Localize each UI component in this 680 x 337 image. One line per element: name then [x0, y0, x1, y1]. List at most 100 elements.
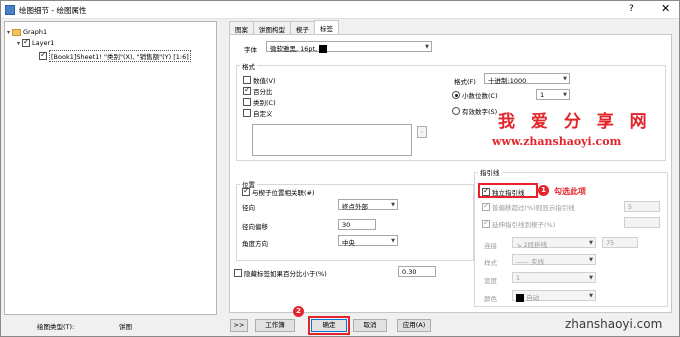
- checkbox-icon[interactable]: [234, 269, 242, 277]
- check-percent[interactable]: 百分比: [243, 85, 273, 96]
- style-value: 实线: [531, 258, 545, 266]
- tree-node-layer[interactable]: ▾ Layer1: [17, 37, 55, 47]
- tree-layer-label: Layer1: [32, 39, 55, 47]
- cancel-button[interactable]: 取消: [353, 319, 387, 332]
- check-link-wedge-label: 与楔子位置相关联(#): [252, 189, 315, 197]
- custom-format-textarea[interactable]: [252, 124, 412, 156]
- check-category[interactable]: 类别(C): [243, 97, 276, 107]
- check-custom[interactable]: 自定义: [243, 108, 273, 118]
- title-bar: 绘图细节 - 绘图属性 ? ✕: [1, 1, 679, 19]
- dropdown-arrow-icon: ▼: [563, 92, 567, 98]
- check-percent-label: 百分比: [253, 88, 273, 96]
- workbook-button[interactable]: 工作簿: [255, 319, 295, 332]
- check-value-label: 数值(V): [253, 77, 276, 85]
- format-select[interactable]: 十进制:1000 ▼: [484, 73, 570, 85]
- connect-icon: ↘: [516, 241, 524, 249]
- dropdown-arrow-icon: ▼: [589, 293, 593, 299]
- show-if-label: 普偏移超过(%)则显示指引线: [492, 204, 575, 212]
- radio-decimal-label: 小数位数(C): [462, 92, 498, 100]
- style-label: 样式: [484, 259, 497, 267]
- watermark-url: www.zhanshaoyi.com: [492, 135, 622, 148]
- extend-input[interactable]: [624, 217, 660, 228]
- expand-arrow-icon[interactable]: ▾: [17, 40, 20, 47]
- show-if-input[interactable]: 5: [624, 201, 660, 212]
- angle-select[interactable]: 中央 ▼: [338, 235, 398, 247]
- tab-pie-geometry[interactable]: 饼图构型: [253, 21, 291, 34]
- format-group-title: 格式: [240, 61, 257, 71]
- connect-label: 连接: [484, 242, 497, 250]
- format-label: 格式(F): [454, 78, 476, 86]
- font-label: 字体: [244, 46, 257, 54]
- radio-sigfig-label: 有效数字(S): [462, 108, 498, 116]
- connect-percent-input[interactable]: 75: [602, 237, 638, 248]
- watermark-footer: zhanshaoyi.com: [565, 317, 663, 331]
- close-button[interactable]: ✕: [661, 2, 670, 15]
- check-show-if[interactable]: 普偏移超过(%)则显示指引线: [482, 201, 575, 212]
- tree-node-graph[interactable]: ▾ Graph1: [7, 28, 47, 36]
- labels-panel: 字体 微软雅黑, 16pt, ▼ 格式 数值(V) 百分比 类别(C) 自定义 …: [229, 34, 672, 313]
- color-value: 自动: [526, 294, 540, 302]
- tree-node-plot[interactable]: [Book1]Sheet1! "类别"(X), "销售额"(Y) [1:6]: [39, 50, 191, 62]
- font-select[interactable]: 微软雅黑, 16pt, ▼: [266, 41, 432, 53]
- checkbox-icon[interactable]: [482, 201, 490, 211]
- arrow-right-button[interactable]: ›: [417, 126, 427, 138]
- folder-icon: [12, 28, 22, 36]
- check-extend[interactable]: 延伸指引线到楔子(%): [482, 218, 556, 229]
- check-link-wedge[interactable]: 与楔子位置相关联(#): [242, 186, 315, 197]
- offset-label: 径向偏移: [242, 223, 268, 231]
- radial-value: 终点外部: [342, 203, 368, 211]
- watermark-cn: 我 爱 分 享 网: [498, 112, 652, 132]
- dropdown-arrow-icon: ▼: [589, 240, 593, 246]
- dialog-window: 绘图细节 - 绘图属性 ? ✕ ▾ Graph1 ▾ Layer1 [Book1…: [0, 0, 680, 337]
- decimal-value: 1: [540, 91, 545, 99]
- dropdown-arrow-icon: ▼: [563, 76, 567, 82]
- check-category-label: 类别(C): [253, 99, 276, 107]
- checkbox-icon[interactable]: [243, 76, 251, 84]
- tab-labels[interactable]: 标签: [314, 20, 339, 34]
- color-select[interactable]: 自动 ▼: [512, 290, 596, 302]
- tab-wedge[interactable]: 楔子: [290, 21, 315, 34]
- window-title: 绘图细节 - 绘图属性: [19, 6, 87, 15]
- tab-pattern[interactable]: 图案: [229, 21, 254, 34]
- highlight-independent-leader: [478, 183, 538, 198]
- check-hide-label[interactable]: 隐藏标签如果百分比小于(%): [234, 268, 327, 278]
- checkbox-icon[interactable]: [243, 98, 251, 106]
- tree-plot-label: [Book1]Sheet1! "类别"(X), "销售额"(Y) [1:6]: [49, 50, 191, 62]
- dropdown-arrow-icon: ▼: [391, 238, 395, 244]
- dropdown-arrow-icon: ▼: [589, 275, 593, 281]
- radio-icon[interactable]: [452, 107, 460, 115]
- radio-sigfig[interactable]: 有效数字(S): [452, 106, 497, 116]
- radio-decimal[interactable]: 小数位数(C): [452, 90, 498, 100]
- app-icon: [5, 5, 15, 15]
- radial-select[interactable]: 终点外部 ▼: [338, 199, 398, 211]
- hide-threshold-input[interactable]: 0.30: [398, 266, 436, 277]
- format-value: 十进制:1000: [488, 77, 527, 85]
- plot-tree: ▾ Graph1 ▾ Layer1 [Book1]Sheet1! "类别"(X)…: [4, 21, 217, 315]
- checkbox-icon[interactable]: [243, 109, 251, 117]
- checkbox-icon[interactable]: [243, 85, 251, 95]
- step-2-badge: 2: [293, 306, 304, 317]
- plot-checkbox[interactable]: [39, 50, 47, 60]
- color-swatch: [516, 294, 524, 302]
- extend-label: 延伸指引线到楔子(%): [492, 221, 556, 229]
- tree-graph-label: Graph1: [23, 28, 48, 36]
- dropdown-arrow-icon: ▼: [589, 257, 593, 263]
- connect-select[interactable]: ↘ 2段折线 ▼: [512, 237, 596, 249]
- check-value[interactable]: 数值(V): [243, 75, 276, 85]
- angle-label: 角度方向: [242, 240, 268, 248]
- style-select[interactable]: —— 实线 ▼: [512, 254, 596, 266]
- line-style-icon: ——: [516, 258, 532, 266]
- help-button[interactable]: ?: [629, 4, 634, 14]
- tab-bar: 图案 饼图构型 楔子 标签: [229, 20, 339, 34]
- layer-checkbox[interactable]: [22, 37, 31, 47]
- angle-value: 中央: [342, 239, 355, 247]
- expand-arrow-icon[interactable]: ▾: [7, 29, 10, 36]
- checkbox-icon[interactable]: [242, 186, 250, 196]
- checkbox-icon[interactable]: [482, 218, 490, 228]
- offset-input[interactable]: 30: [338, 219, 376, 230]
- decimal-select[interactable]: 1 ▼: [536, 89, 570, 100]
- radio-icon[interactable]: [452, 91, 460, 99]
- apply-button[interactable]: 应用(A): [397, 319, 431, 332]
- width-select[interactable]: 1 ▼: [512, 272, 596, 283]
- expand-button[interactable]: >>: [230, 319, 248, 332]
